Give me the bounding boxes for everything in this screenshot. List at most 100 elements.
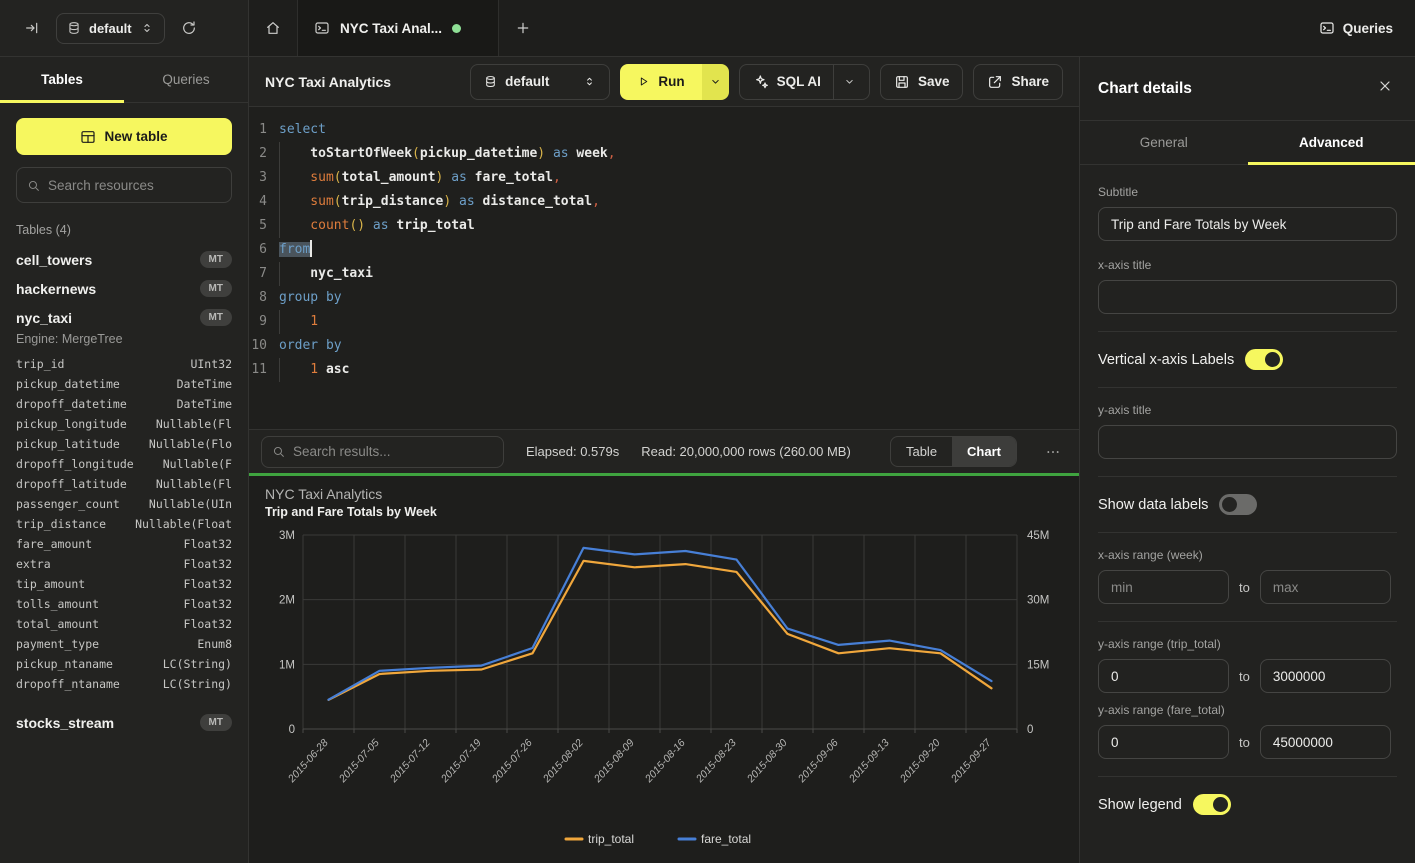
x-axis-label: 2015-08-02 [540,737,586,786]
tab-general[interactable]: General [1080,121,1248,164]
sql-code: from [279,238,312,262]
home-tab-button[interactable] [249,0,298,56]
line-chart: 001M15M2M30M3M45M2015-06-282015-07-05201… [265,523,1063,857]
collapse-sidebar-button[interactable] [18,14,46,42]
to-label: to [1239,669,1250,684]
x-range-max-input[interactable] [1260,570,1391,604]
y-range-fare-row: to [1098,725,1397,759]
run-options-button[interactable] [702,64,729,100]
refresh-button[interactable] [175,14,203,42]
column-row[interactable]: fare_amount Float32 [16,534,232,554]
topbar-database-selector[interactable]: default [56,13,165,44]
column-name: pickup_longitude [16,414,127,434]
column-row[interactable]: passenger_count Nullable(UIn [16,494,232,514]
column-row[interactable]: tip_amount Float32 [16,574,232,594]
y-range-fare-min-input[interactable] [1098,725,1229,759]
search-resources-input[interactable] [48,178,221,193]
y-range-trip-max-input[interactable] [1260,659,1391,693]
vertical-labels-toggle[interactable] [1245,349,1283,370]
column-row[interactable]: payment_type Enum8 [16,634,232,654]
query-title: NYC Taxi Analytics [265,74,460,90]
tab-advanced[interactable]: Advanced [1248,121,1415,164]
save-button[interactable]: Save [880,64,964,100]
chevron-down-icon [709,75,722,88]
column-row[interactable]: dropoff_latitude Nullable(Fl [16,474,232,494]
text-cursor [310,240,312,257]
sql-line: 8group by [249,286,1079,310]
divider [1098,532,1397,533]
tab-tables[interactable]: Tables [0,57,124,102]
x-range-min-input[interactable] [1098,570,1229,604]
editor-database-selector[interactable]: default [470,64,610,100]
queries-button[interactable]: Queries [1319,20,1393,36]
legend-fare_total[interactable]: fare_total [701,832,751,846]
x-axis-label: 2015-09-06 [795,737,841,786]
topbar-left: default [0,0,249,56]
show-legend-toggle[interactable] [1193,794,1231,815]
x-range-label: x-axis range (week) [1098,548,1397,562]
column-row[interactable]: tolls_amount Float32 [16,594,232,614]
y-range-fare-max-input[interactable] [1260,725,1391,759]
column-type: Float32 [184,554,232,574]
table-name: stocks_stream [16,715,114,731]
column-row[interactable]: dropoff_longitude Nullable(F [16,454,232,474]
more-options-button[interactable] [1039,438,1067,466]
column-type: Nullable(Float [135,514,232,534]
tab-strip: NYC Taxi Anal... [249,0,1297,56]
column-row[interactable]: trip_id UInt32 [16,354,232,374]
line-number: 6 [249,238,279,262]
query-tab-nyc-taxi[interactable]: NYC Taxi Anal... [298,0,499,56]
y-range-trip-min-input[interactable] [1098,659,1229,693]
new-tab-button[interactable] [499,0,547,56]
run-button[interactable]: Run [620,64,701,100]
x-axis-label: 2015-07-12 [387,737,433,786]
table-row[interactable]: stocks_stream MT [16,708,232,737]
show-legend-label: Show legend [1098,797,1182,813]
y-range-trip-row: to [1098,659,1397,693]
panel-title: Chart details [1098,80,1192,98]
data-labels-toggle[interactable] [1219,494,1257,515]
table-row[interactable]: cell_towers MT [16,245,232,274]
terminal-icon [314,20,330,36]
database-icon [484,75,497,88]
column-type: DateTime [177,394,232,414]
editor-database-name: default [505,74,549,89]
column-row[interactable]: dropoff_datetime DateTime [16,394,232,414]
column-row[interactable]: pickup_longitude Nullable(Fl [16,414,232,434]
right-axis-tick: 0 [1027,724,1033,736]
table-row[interactable]: hackernews MT [16,274,232,303]
x-axis-label: 2015-09-27 [948,736,994,786]
topbar-database-name: default [89,21,132,36]
column-row[interactable]: total_amount Float32 [16,614,232,634]
sql-ai-options[interactable] [833,65,856,99]
sql-editor[interactable]: 1select2toStartOfWeek(pickup_datetime) a… [249,107,1079,429]
sql-line: 1select [249,118,1079,142]
x-axis-title-input[interactable] [1098,280,1397,314]
column-row[interactable]: dropoff_ntaname LC(String) [16,674,232,694]
tab-queries[interactable]: Queries [124,57,248,102]
spacer [16,694,232,708]
divider [1098,476,1397,477]
column-row[interactable]: pickup_datetime DateTime [16,374,232,394]
legend-trip_total[interactable]: trip_total [588,832,634,846]
search-results-input[interactable] [293,444,493,459]
view-chart-button[interactable]: Chart [952,437,1016,466]
sparkles-icon [753,74,769,90]
close-panel-button[interactable] [1373,74,1397,103]
right-axis-tick: 30M [1027,595,1049,607]
subtitle-input[interactable] [1098,207,1397,241]
table-row[interactable]: nyc_taxi MT [16,303,232,332]
view-table-button[interactable]: Table [891,437,952,466]
column-row[interactable]: pickup_ntaname LC(String) [16,654,232,674]
tables-section-label: Tables (4) [0,217,248,245]
y-axis-title-input[interactable] [1098,425,1397,459]
new-table-button[interactable]: New table [16,118,232,155]
share-button[interactable]: Share [973,64,1063,100]
column-name: extra [16,554,51,574]
sql-ai-button[interactable]: SQL AI [739,64,870,100]
column-row[interactable]: pickup_latitude Nullable(Flo [16,434,232,454]
column-row[interactable]: trip_distance Nullable(Float [16,514,232,534]
column-name: passenger_count [16,494,120,514]
top-bar: default NYC Taxi Anal... Queries [0,0,1415,57]
column-row[interactable]: extra Float32 [16,554,232,574]
